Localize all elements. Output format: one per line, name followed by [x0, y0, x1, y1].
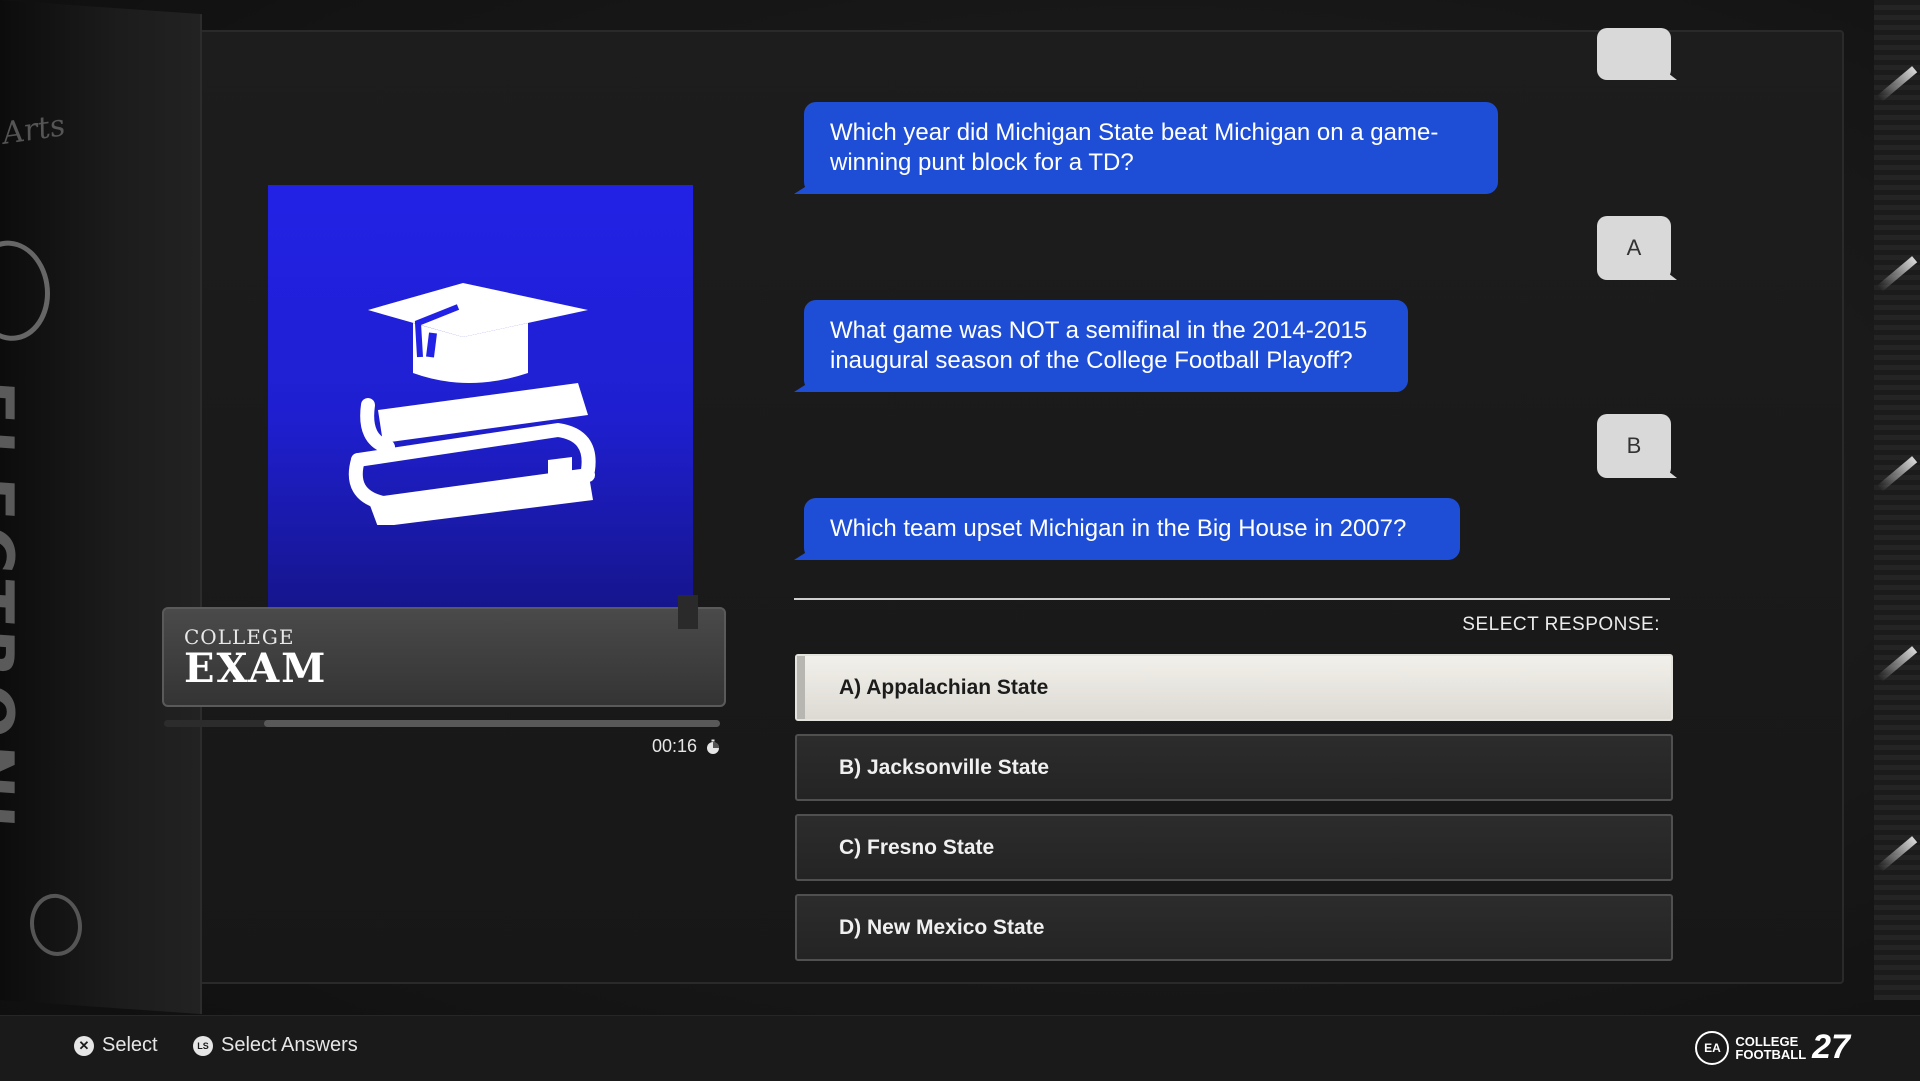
wall-script-text: Arts	[0, 108, 69, 152]
brand-line2: FOOTBALL	[1735, 1046, 1807, 1062]
response-option-c[interactable]: C) Fresno State	[795, 814, 1673, 881]
hint-select-answers[interactable]: LS Select Answers	[193, 1034, 358, 1057]
left-stick-icon: LS	[193, 1035, 213, 1056]
college-football-logo: EA COLLEGE FOOTBALL 27	[1695, 1028, 1850, 1067]
ea-sports-icon: EA	[1695, 1030, 1730, 1065]
timer-text: 00:16	[652, 736, 698, 756]
ea-wall-logo-icon	[0, 237, 50, 344]
stopwatch-icon	[707, 739, 720, 754]
hint-select-answers-label: Select Answers	[221, 1034, 358, 1056]
brand-number: 27	[1812, 1028, 1850, 1066]
card-title: EXAM	[184, 645, 328, 692]
question-bubble: Which year did Michigan State beat Michi…	[794, 102, 1498, 194]
response-divider	[794, 598, 1670, 600]
question-bubble: What game was NOT a semifinal in the 201…	[794, 300, 1408, 392]
timer-progress-fill	[264, 720, 720, 727]
response-option-b[interactable]: B) Jacksonville State	[795, 734, 1673, 801]
hint-select[interactable]: ✕ Select	[74, 1034, 158, 1057]
timer: 00:16	[652, 736, 721, 757]
hint-select-label: Select	[102, 1034, 158, 1056]
cross-button-icon: ✕	[74, 1035, 94, 1056]
response-option-d[interactable]: D) New Mexico State	[795, 894, 1673, 961]
answer-bubble: B	[1597, 414, 1677, 478]
right-light-strip	[1874, 0, 1920, 1000]
timer-progress-track	[164, 720, 720, 727]
left-wall-decor: Arts ELECTRONI	[0, 0, 202, 1015]
exam-card-label: COLLEGE EXAM	[162, 595, 726, 707]
wall-emblem-icon	[30, 892, 82, 958]
brand-wordmark: COLLEGE FOOTBALL	[1735, 1035, 1806, 1061]
select-response-label: SELECT RESPONSE:	[1462, 614, 1660, 635]
response-option-a[interactable]: A) Appalachian State	[795, 654, 1673, 721]
answer-bubble: A	[1597, 216, 1677, 280]
wall-brand-text: ELECTRONI	[0, 376, 26, 836]
question-bubble-current: Which team upset Michigan in the Big Hou…	[794, 498, 1460, 560]
card-bookmark	[678, 595, 698, 629]
exam-card-image	[268, 185, 693, 610]
answer-bubble-previous	[1597, 28, 1677, 80]
graduation-cap-books-icon	[348, 283, 596, 525]
